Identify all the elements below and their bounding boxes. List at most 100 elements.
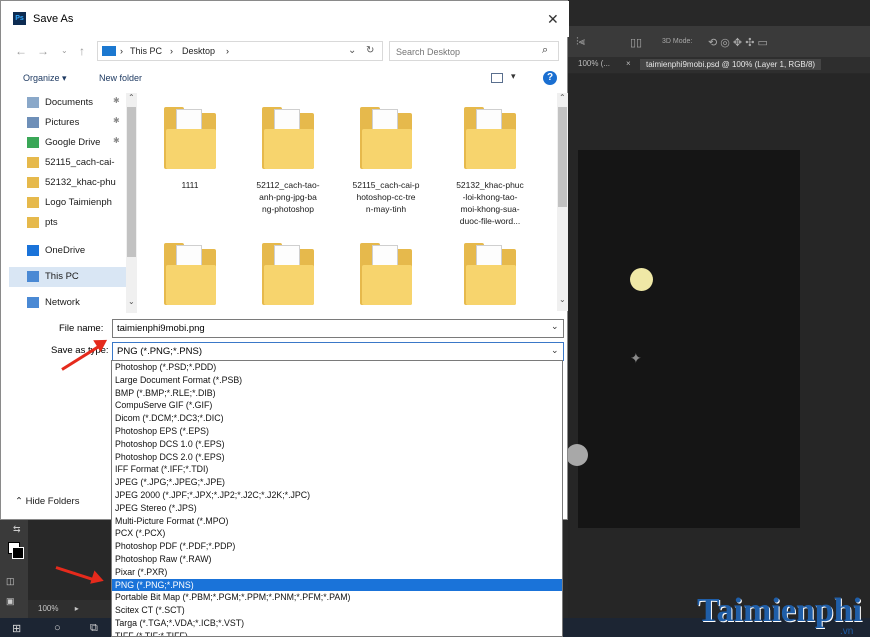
folder-item[interactable]: 52112_cach-tao- anh-png-jpg-ba ng-photos…	[247, 107, 329, 215]
organize-button[interactable]: Organize ▾	[23, 73, 67, 84]
breadcrumb-desktop[interactable]: Desktop	[182, 46, 215, 56]
file-type-option[interactable]: PNG (*.PNG;*.PNS)	[112, 578, 562, 592]
view-dropdown-icon[interactable]: ▾	[511, 71, 516, 82]
save-as-type-select[interactable]: PNG (*.PNG;*.PNS)	[112, 342, 564, 361]
sidebar-item[interactable]: Logo Taimienph	[9, 193, 127, 213]
file-type-option[interactable]: Dicom (*.DCM;*.DC3;*.DIC)	[112, 412, 562, 425]
search-icon[interactable]: ⌕	[542, 44, 548, 57]
windows-start-icon[interactable]: ⊞	[12, 622, 21, 635]
navigation-scrollbar[interactable]: ⌃ ⌄	[126, 93, 137, 313]
view-options-icon[interactable]	[491, 73, 503, 83]
scroll-down-icon[interactable]: ⌄	[128, 297, 135, 306]
forward-arrow-icon[interactable]: →	[37, 44, 49, 58]
file-type-option[interactable]: JPEG Stereo (*.JPS)	[112, 502, 562, 515]
distribute-icon[interactable]: ▯▯	[630, 36, 642, 49]
sidebar-item[interactable]: Google Drive ✱	[9, 133, 127, 153]
screen-mode-icon[interactable]: ▣	[6, 596, 15, 607]
folder-item[interactable]	[449, 243, 531, 311]
file-name-dropdown-icon[interactable]: ⌄	[551, 321, 559, 332]
file-list-scrollbar[interactable]: ⌃ ⌄	[557, 93, 568, 311]
align-icon[interactable]: ⫶⫷	[576, 36, 585, 49]
network-icon	[27, 297, 39, 308]
scroll-up-icon[interactable]: ⌃	[559, 93, 566, 102]
scroll-up-icon[interactable]: ⌃	[128, 93, 135, 102]
file-type-option[interactable]: TIFF (*.TIF;*.TIFF)	[112, 630, 562, 636]
address-bar[interactable]: › This PC › Desktop › ⌄ ↻	[97, 41, 383, 61]
address-dropdown-icon[interactable]: ⌄	[348, 45, 356, 56]
new-folder-button[interactable]: New folder	[99, 73, 142, 83]
file-type-option[interactable]: BMP (*.BMP;*.RLE;*.DIB)	[112, 387, 562, 400]
file-type-option[interactable]: Portable Bit Map (*.PBM;*.PGM;*.PPM;*.PN…	[112, 591, 562, 604]
file-type-option[interactable]: IFF Format (*.IFF;*.TDI)	[112, 463, 562, 476]
file-type-option[interactable]: Photoshop EPS (*.EPS)	[112, 425, 562, 438]
help-icon[interactable]: ?	[543, 71, 557, 85]
sidebar-item[interactable]: 52115_cach-cai-	[9, 153, 127, 173]
file-type-option[interactable]: Photoshop DCS 1.0 (*.EPS)	[112, 438, 562, 451]
file-type-option[interactable]: PCX (*.PCX)	[112, 527, 562, 540]
save-as-type-dropdown-icon[interactable]: ⌄	[551, 345, 559, 356]
recent-locations-icon[interactable]: ⌄	[61, 46, 68, 55]
search-taskbar-icon[interactable]: ○	[54, 622, 61, 634]
sidebar-item[interactable]: OneDrive	[9, 241, 127, 261]
refresh-icon[interactable]: ↻	[366, 45, 374, 56]
pin-icon[interactable]: ✱	[113, 96, 120, 105]
sidebar-item[interactable]: This PC	[9, 267, 127, 287]
scrollbar-thumb[interactable]	[127, 107, 136, 257]
sidebar-item[interactable]: pts	[9, 213, 127, 233]
back-arrow-icon[interactable]: ←	[15, 44, 27, 58]
file-type-option[interactable]: Photoshop Raw (*.RAW)	[112, 553, 562, 566]
background-color-swatch[interactable]	[12, 547, 24, 559]
search-box[interactable]: ⌕	[389, 41, 559, 61]
file-type-option[interactable]: Scitex CT (*.SCT)	[112, 604, 562, 617]
file-type-option[interactable]: CompuServe GIF (*.GIF)	[112, 399, 562, 412]
file-type-option[interactable]: Targa (*.TGA;*.VDA;*.ICB;*.VST)	[112, 617, 562, 630]
folder-item[interactable]	[345, 243, 427, 311]
file-type-option[interactable]: JPEG 2000 (*.JPF;*.JPX;*.JP2;*.J2C;*.J2K…	[112, 489, 562, 502]
this-pc-icon	[102, 46, 116, 56]
sidebar-item[interactable]: Pictures ✱	[9, 113, 127, 133]
dialog-title-bar[interactable]: Ps Save As ✕	[1, 1, 569, 37]
file-name-input[interactable]	[112, 319, 564, 338]
folder-item[interactable]: 1111	[149, 107, 231, 191]
breadcrumb-separator-icon[interactable]: ›	[170, 46, 173, 56]
folder-item[interactable]: 52132_khac-phuc -loi-khong-tao- moi-khon…	[449, 107, 531, 227]
quick-mask-icon[interactable]: ◫	[6, 576, 15, 587]
folder-icon	[360, 243, 412, 305]
search-input[interactable]	[396, 45, 536, 58]
file-type-option[interactable]: Photoshop DCS 2.0 (*.EPS)	[112, 451, 562, 464]
task-view-icon[interactable]: ⧉	[90, 622, 98, 635]
tab-active-doc[interactable]: taimienphi9mobi.psd @ 100% (Layer 1, RGB…	[640, 59, 822, 70]
file-name-label: File name:	[59, 323, 104, 334]
sidebar-item[interactable]: 52132_khac-phu	[9, 173, 127, 193]
folder-item[interactable]	[247, 243, 329, 311]
pin-icon[interactable]: ✱	[113, 136, 120, 145]
file-type-option[interactable]: Photoshop (*.PSD;*.PDD)	[112, 361, 562, 374]
sidebar-item[interactable]: Documents ✱	[9, 93, 127, 113]
photoshop-canvas[interactable]	[578, 150, 800, 528]
sidebar-item-label: pts	[45, 217, 58, 228]
swap-colors-icon[interactable]: ⇆	[13, 524, 21, 535]
folder-item[interactable]: 52115_cach-cai-p hotoshop-cc-tre n-may-t…	[345, 107, 427, 215]
scrollbar-thumb[interactable]	[558, 107, 567, 207]
breadcrumb-separator-icon[interactable]: ›	[120, 46, 123, 56]
hide-folders-label: Hide Folders	[25, 496, 80, 507]
scroll-down-icon[interactable]: ⌄	[559, 295, 566, 304]
breadcrumb-this-pc[interactable]: This PC	[130, 46, 162, 56]
tab-previous-doc[interactable]: 100% (...	[578, 59, 610, 68]
sidebar-item[interactable]: Network	[9, 293, 127, 313]
folder-item[interactable]	[149, 243, 231, 311]
breadcrumb-separator-icon[interactable]: ›	[226, 46, 229, 56]
hide-folders-button[interactable]: ⌃ Hide Folders	[15, 496, 79, 507]
file-type-option[interactable]: JPEG (*.JPG;*.JPEG;*.JPE)	[112, 476, 562, 489]
file-type-option[interactable]: Photoshop PDF (*.PDF;*.PDP)	[112, 540, 562, 553]
file-type-option[interactable]: Multi-Picture Format (*.MPO)	[112, 515, 562, 528]
pictures-icon	[27, 117, 39, 128]
tab-close-icon[interactable]: ×	[626, 59, 631, 68]
3d-orbit-icon[interactable]: ⟲ ◎ ✥ ✣ ▭	[708, 36, 768, 49]
status-arrow-icon[interactable]: ▸	[75, 604, 79, 613]
pin-icon[interactable]: ✱	[113, 116, 120, 125]
file-type-option[interactable]: Large Document Format (*.PSB)	[112, 374, 562, 387]
close-button[interactable]: ✕	[547, 11, 559, 28]
file-type-option[interactable]: Pixar (*.PXR)	[112, 566, 562, 579]
up-arrow-icon[interactable]: ↑	[79, 44, 85, 58]
